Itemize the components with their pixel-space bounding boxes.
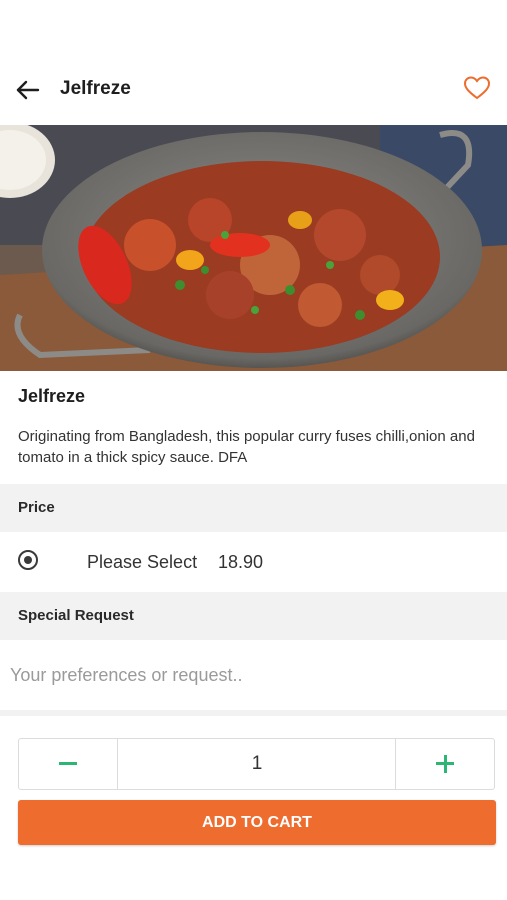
top-bar: Jelfreze xyxy=(0,60,507,120)
quantity-value: 1 xyxy=(251,753,263,774)
dish-image xyxy=(0,125,507,371)
quantity-stepper: 1 xyxy=(18,738,495,790)
price-option-label: Please Select xyxy=(87,552,198,572)
radio-dot xyxy=(23,555,32,564)
item-name: Jelfreze xyxy=(18,386,86,406)
back-button[interactable] xyxy=(14,77,42,103)
heart-outline-icon xyxy=(463,76,491,100)
radio-selected-icon[interactable] xyxy=(18,550,38,570)
special-request-label: Special Request xyxy=(18,607,134,624)
minus-icon xyxy=(59,762,77,765)
price-option[interactable]: Please Select 18.90 xyxy=(0,533,507,591)
price-section-header: Price xyxy=(0,484,507,532)
section-divider xyxy=(0,710,507,716)
price-option-value: 18.90 xyxy=(218,552,264,572)
item-description: Originating from Bangladesh, this popula… xyxy=(18,428,475,466)
page-title: Jelfreze xyxy=(60,78,131,99)
increase-quantity-button[interactable] xyxy=(395,739,494,789)
special-request-input[interactable] xyxy=(0,642,507,708)
add-to-cart-button[interactable]: ADD TO CART xyxy=(18,800,496,845)
price-section-label: Price xyxy=(18,499,55,516)
arrow-left-icon xyxy=(16,80,40,100)
decrease-quantity-button[interactable] xyxy=(19,739,118,789)
favorite-button[interactable] xyxy=(463,75,491,101)
special-request-header: Special Request xyxy=(0,592,507,640)
